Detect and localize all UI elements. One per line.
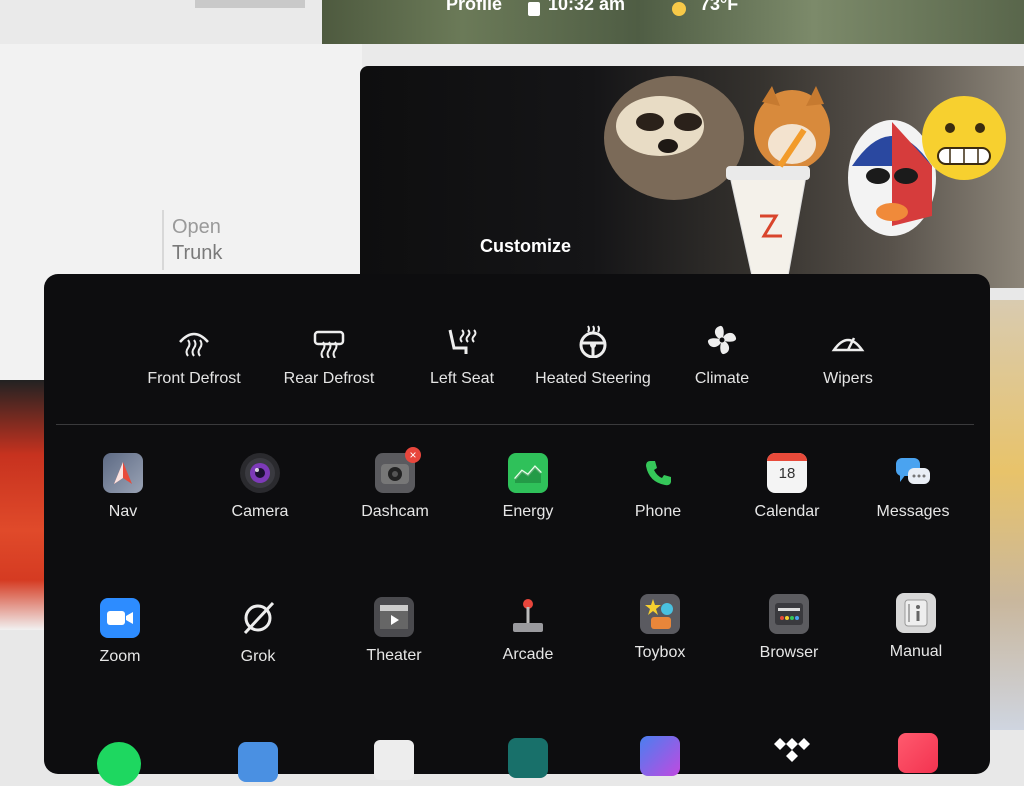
manual-icon [896,593,936,633]
seat-heat-icon [392,318,532,358]
section-divider [56,424,974,425]
lock-icon [528,2,540,16]
app-label: Browser [759,644,819,661]
app-arcade[interactable]: Arcade [468,596,588,664]
wipers-label: Wipers [823,370,873,387]
heated-steering-icon [523,318,663,358]
temperature: 73°F [700,0,739,14]
theater-icon [374,597,414,637]
app-label: Camera [231,503,289,520]
app-dashcam[interactable]: × Dashcam [335,447,455,521]
clock: 10:32 am [548,0,626,14]
open-trunk-button[interactable]: Open Trunk [172,214,222,266]
grok-icon [238,598,278,638]
energy-icon [508,453,548,493]
left-seat-button[interactable]: Left Seat [392,318,532,388]
app-label: Zoom [99,648,141,665]
cup-sticker [729,175,807,277]
shuffle-icon[interactable] [508,738,548,778]
music-icon[interactable] [898,733,938,773]
sun-icon [672,2,686,16]
app-label: Toybox [634,644,686,661]
rear-defrost-button[interactable]: Rear Defrost [259,318,399,388]
climate-label: Climate [694,370,750,387]
left-seat-label: Left Seat [429,370,495,387]
app-nav[interactable]: Nav [63,453,183,521]
wipers-button[interactable]: Wipers [778,318,918,388]
app-manual[interactable]: Manual [856,593,976,661]
app-label: Messages [876,503,950,520]
grimace-emoji-sticker [922,96,1006,180]
app-label: Theater [366,647,422,664]
mic-icon[interactable] [640,736,680,776]
nav-icon [103,453,143,493]
wipers-icon [778,318,918,358]
car-render [0,380,50,630]
trunk-line2: Trunk [172,242,223,264]
sticker-overlay [604,76,1006,277]
fan-icon [652,318,792,358]
camera-preview-edge [985,300,1024,730]
app-label: Calendar [754,503,820,520]
bluetooth-icon[interactable] [238,742,278,782]
divider [162,210,164,270]
zoom-icon [100,598,140,638]
app-label: Dashcam [361,503,429,520]
camera-preview[interactable] [360,66,1024,288]
error-badge-icon: × [405,447,421,463]
arcade-icon [508,596,548,636]
climate-button[interactable]: Climate [652,318,792,388]
rear-defrost-label: Rear Defrost [283,370,375,387]
app-phone[interactable]: Phone [598,453,718,521]
app-label: Phone [634,503,682,520]
app-messages[interactable]: Messages [853,453,973,521]
app-energy[interactable]: Energy [468,453,588,521]
heated-steering-label: Heated Steering [535,370,651,387]
heated-steering-button[interactable]: Heated Steering [523,318,663,388]
app-label: Grok [240,648,276,665]
app-camera[interactable]: Camera [200,453,320,521]
front-defrost-label: Front Defrost [147,370,241,387]
phone-icon [638,453,678,493]
app-browser[interactable]: Browser [729,594,849,662]
app-calendar[interactable]: 18 Calendar [727,453,847,521]
app-label: Manual [889,643,943,660]
dashcam-icon: × [375,447,421,493]
calendar-icon: 18 [767,453,807,493]
app-label: Nav [108,503,138,520]
profile-label[interactable]: Profile [446,0,502,15]
tidal-icon[interactable] [770,736,810,772]
messages-icon [893,453,933,493]
app-zoom[interactable]: Zoom [60,598,180,666]
front-defrost-icon [124,318,264,358]
rear-defrost-icon [259,318,399,358]
camera-icon [240,453,280,493]
toybox-icon [640,594,680,634]
front-defrost-button[interactable]: Front Defrost [124,318,264,388]
app-toybox[interactable]: Toybox [600,594,720,662]
spotify-icon[interactable] [97,742,141,786]
calendar-day: 18 [778,465,796,482]
customize-button[interactable]: Customize [480,236,571,257]
trunk-line1: Open [172,216,221,238]
app-label: Energy [502,503,554,520]
browser-icon [769,594,809,634]
app-theater[interactable]: Theater [334,597,454,665]
app-grok[interactable]: Grok [198,598,318,666]
app-label: Arcade [502,646,554,663]
status-chip [195,0,305,8]
document-icon[interactable] [374,740,414,780]
